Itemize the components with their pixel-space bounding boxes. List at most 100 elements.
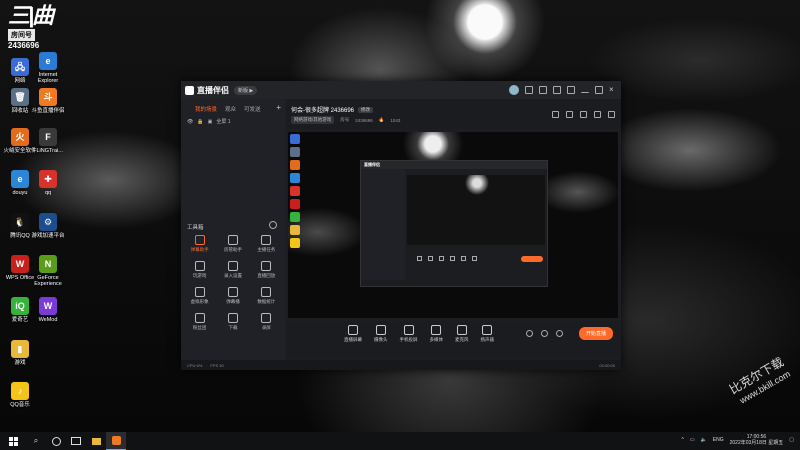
desktop-icon[interactable]: 斗斗鱼直播伴侣 [28, 88, 68, 114]
scene-item[interactable]: 👁 🔒 ▣ 全屏 1 [181, 116, 285, 127]
help-icon[interactable] [269, 221, 277, 229]
tool-label: 直播回放 [257, 273, 276, 278]
source-tool[interactable]: 扬声器 [481, 325, 494, 343]
source-tool-icon [403, 325, 414, 335]
watermark: 比克尔下载 www.bkill.com [727, 355, 793, 409]
skin-icon[interactable] [553, 86, 561, 94]
file-explorer-icon[interactable] [86, 432, 106, 450]
source-tool[interactable]: 多媒体 [429, 325, 444, 343]
tool-item[interactable]: 弹幕播 [216, 287, 249, 305]
desktop-icon[interactable]: ♪ QQ音乐 [0, 382, 40, 408]
room-number: 2436696 [8, 41, 40, 50]
tool-item[interactable]: 录入设置 [216, 261, 249, 279]
desktop-icon-label: QQ音乐 [10, 402, 30, 408]
search-icon[interactable]: ⌕ [26, 432, 46, 450]
room-id-label: 房号 [340, 117, 350, 122]
tool-item[interactable]: 玩游戏 [183, 261, 216, 279]
tool-item[interactable]: 虚拟形象 [183, 287, 216, 305]
tool-icon [194, 235, 205, 245]
app-brand: 直播伴侣 [185, 85, 229, 96]
source-tool-icon [456, 325, 467, 335]
desktop-icon[interactable]: ✚ qq [28, 170, 68, 196]
desktop-icon[interactable]: ⚙ 游戏加速平台 [28, 213, 68, 239]
tool-item[interactable]: 主播任务 [250, 235, 283, 253]
record-icon[interactable] [552, 111, 559, 118]
start-button[interactable] [0, 436, 26, 446]
share-icon[interactable] [608, 111, 615, 118]
minimize-icon[interactable] [581, 88, 589, 93]
tool-label: 虚拟形象 [190, 299, 209, 304]
desktop-icon[interactable]: W WeMod [28, 297, 68, 323]
tool-icon [261, 313, 272, 323]
desktop-icon[interactable]: e Internet Explorer [28, 52, 68, 84]
tool-item[interactable]: 房管助手 [216, 235, 249, 253]
layout-icon[interactable] [580, 111, 587, 118]
cortana-icon[interactable] [46, 432, 66, 450]
tool-icon [194, 261, 205, 271]
save-icon[interactable] [566, 111, 573, 118]
version-pill[interactable]: 新版 ▶ [234, 85, 258, 95]
message-icon[interactable] [525, 86, 533, 94]
edit-title-button[interactable]: 修改 [358, 106, 374, 113]
camera-toggle-icon[interactable] [526, 330, 533, 337]
source-tool[interactable]: 直播屏幕 [344, 325, 362, 343]
desktop-icon[interactable]: ▮ 游戏 [0, 340, 40, 366]
eye-icon[interactable]: 👁 [187, 119, 193, 125]
tab-sendable[interactable]: 可发送 [244, 105, 261, 113]
maximize-icon[interactable] [595, 86, 603, 94]
task-view-icon[interactable] [66, 432, 86, 450]
tool-icon [227, 287, 238, 297]
close-icon[interactable]: × [609, 86, 617, 94]
beauty-icon[interactable] [541, 330, 548, 337]
gear-icon[interactable] [556, 330, 563, 337]
notification-icon[interactable]: ▢ [789, 437, 794, 443]
tool-item[interactable]: 粉丝团 [183, 313, 216, 331]
source-tool-label: 多媒体 [429, 337, 444, 342]
tool-item[interactable]: 下载 [216, 313, 249, 331]
app-icon: W [39, 297, 57, 315]
ime-lang[interactable]: ENG [713, 437, 724, 443]
volume-icon[interactable]: 🔈 [701, 437, 707, 443]
hot-value: 1043 [390, 117, 401, 123]
tab-my-scenes[interactable]: 我的场景 [195, 105, 217, 113]
clock[interactable]: 17:00:56 2022年03月18日 星期五 [730, 434, 784, 446]
source-tool-icon [348, 325, 358, 335]
lock-icon[interactable]: 🔒 [197, 119, 203, 125]
settings-icon[interactable] [567, 86, 575, 94]
nested-brand: 直播伴侣 [361, 161, 547, 169]
fire-icon: 🔥 [378, 117, 385, 122]
nested-preview-window: 直播伴侣 [360, 160, 548, 287]
tool-icon [227, 261, 238, 271]
avatar[interactable] [509, 85, 519, 95]
network-icon[interactable]: ▭ [690, 437, 695, 443]
tool-label: 下载 [228, 325, 238, 330]
desktop-icon-label: FLiNGTrai... [33, 148, 63, 154]
desktop-icon[interactable]: N GeForce Experience [28, 255, 68, 287]
tab-audience[interactable]: 观众 [225, 105, 236, 113]
source-tool[interactable]: 手机投屏 [400, 325, 418, 343]
tool-item[interactable]: 数据统计 [250, 287, 283, 305]
tray-up-icon[interactable]: ^ [681, 437, 683, 443]
room-actions [552, 111, 615, 118]
desktop-icon[interactable]: F FLiNGTrai... [28, 128, 68, 154]
room-title-text: 何会-很多超牌 2436696 [291, 108, 355, 114]
live-preview[interactable]: 直播伴侣 [288, 132, 618, 318]
tool-item[interactable]: 弹幕助手 [183, 235, 216, 253]
category-chip[interactable]: 网络游戏/其他游戏 [291, 116, 335, 124]
add-scene-button[interactable]: + [276, 103, 281, 112]
source-toolbar: 直播屏幕 摄像头 手机投屏 多媒体 麦克风 扬声器 开始直播 [286, 321, 621, 359]
tool-item[interactable]: 直播回放 [250, 261, 283, 279]
room-label: 房间号 [8, 29, 35, 41]
taskbar-live-app[interactable] [106, 432, 126, 450]
source-tool[interactable]: 麦克风 [455, 325, 469, 343]
scene-name: 全屏 1 [216, 119, 231, 125]
tool-label: 房管助手 [223, 247, 242, 252]
source-tool-icon [431, 325, 442, 335]
shield-icon[interactable] [594, 111, 601, 118]
gift-icon[interactable] [539, 86, 547, 94]
source-tool[interactable]: 摄像头 [374, 325, 388, 343]
tool-label: 录屏 [261, 325, 271, 330]
app-icon: ✚ [39, 170, 57, 188]
start-live-button[interactable]: 开始直播 [578, 327, 613, 340]
tool-item[interactable]: 录屏 [250, 313, 283, 331]
